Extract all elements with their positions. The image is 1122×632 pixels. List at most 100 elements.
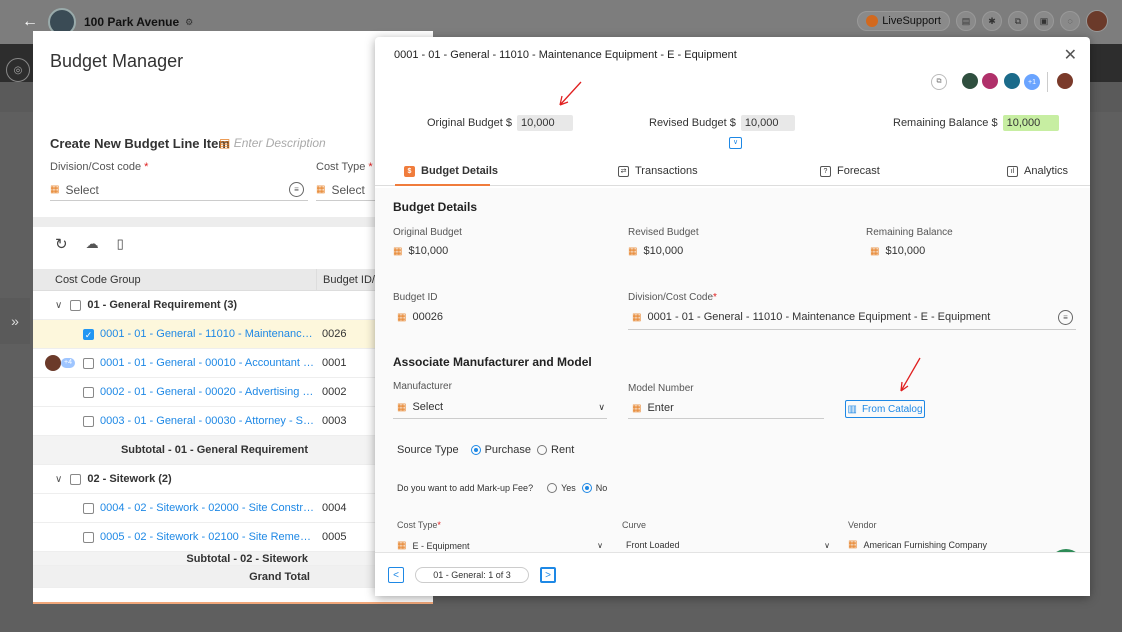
row-link[interactable]: 0003 - 01 - General - 00030 - Attorney -…: [100, 415, 316, 427]
table-row[interactable]: ✓ 0001 - 01 - General - 11010 - Maintenan…: [33, 320, 433, 349]
live-support-button[interactable]: LiveSupport: [857, 11, 950, 31]
member-avatar[interactable]: [960, 71, 980, 91]
grand-total-row: Grand Total: [33, 566, 433, 588]
from-catalog-button[interactable]: ▥ From Catalog: [845, 400, 925, 418]
description-input[interactable]: ▤ Enter Description: [219, 136, 326, 150]
owner-avatar[interactable]: [1055, 71, 1075, 91]
row-link[interactable]: 0004 - 02 - Sitework - 02000 - Site Cons…: [100, 502, 316, 514]
grid-icon: ▦: [870, 245, 880, 257]
grid-icon: ▦: [628, 245, 638, 257]
totals-separator: [33, 602, 433, 604]
modal-title: 0001 - 01 - General - 11010 - Maintenanc…: [394, 49, 737, 61]
budget-table: Cost Code Group Budget ID/ W ∨ 01 - Gener…: [33, 268, 433, 588]
row-link[interactable]: 0005 - 02 - Sitework - 02100 - Site Reme…: [100, 531, 316, 543]
from-catalog-label: From Catalog: [861, 403, 923, 415]
table-row[interactable]: 0003 - 01 - General - 00030 - Attorney -…: [33, 407, 433, 436]
document-icon[interactable]: ▣: [1034, 11, 1054, 31]
share-icon[interactable]: ✱: [982, 11, 1002, 31]
filter-icon[interactable]: ≡: [1058, 310, 1073, 325]
forecast-icon: ?: [820, 165, 831, 177]
table-row[interactable]: +4 0001 - 01 - General - 00010 - Account…: [33, 349, 433, 378]
assignee-count-badge: +4: [61, 358, 75, 368]
checkbox[interactable]: [83, 386, 94, 398]
curve-select[interactable]: Front Loaded ∨: [626, 540, 830, 550]
more-members-badge[interactable]: +1: [1024, 74, 1040, 90]
grid-icon: ▦: [397, 311, 407, 323]
catalog-icon[interactable]: ⧉: [1008, 11, 1028, 31]
division-code-label-text: Division/Cost Code: [628, 292, 714, 303]
manufacturer-select[interactable]: ▦ Select ∨: [397, 401, 605, 413]
back-arrow-icon[interactable]: ←: [22, 13, 48, 31]
field-underline: [393, 418, 607, 419]
tab-label: Transactions: [635, 165, 698, 177]
table-row[interactable]: 0004 - 02 - Sitework - 02000 - Site Cons…: [33, 494, 433, 523]
checkbox[interactable]: [83, 502, 94, 514]
vendor-select[interactable]: ▦ American Furnishing Company: [848, 539, 987, 550]
remaining-balance-summary: Remaining Balance $ 10,000: [893, 115, 1059, 131]
project-name[interactable]: 100 Park Avenue: [84, 15, 179, 29]
tab-transactions[interactable]: ⇄ Transactions: [618, 165, 698, 177]
radio-yes[interactable]: [547, 483, 558, 493]
prev-page-button[interactable]: <: [388, 567, 404, 583]
radio-purchase[interactable]: [470, 445, 481, 455]
gear-icon[interactable]: ⚙: [185, 17, 193, 28]
assignee-avatar[interactable]: [45, 355, 61, 371]
tab-budget-details[interactable]: $ Budget Details: [404, 165, 498, 177]
app-logo-icon[interactable]: ◎: [6, 58, 30, 82]
budget-icon: $: [404, 165, 415, 177]
revised-budget-field: ▦ $10,000: [628, 245, 683, 257]
checkbox-checked[interactable]: ✓: [83, 328, 94, 340]
tab-analytics[interactable]: ıl Analytics: [1007, 165, 1068, 177]
checkbox[interactable]: [70, 299, 82, 311]
vendor-label: Vendor: [848, 520, 877, 530]
active-tab-indicator: [395, 184, 490, 186]
cost-type-select[interactable]: ▦ Select: [316, 179, 376, 201]
filter-icon[interactable]: ≡: [289, 182, 304, 197]
table-row[interactable]: 0002 - 01 - General - 00020 - Advertisin…: [33, 378, 433, 407]
vendor-value: American Furnishing Company: [863, 539, 988, 550]
division-code-select[interactable]: ▦ 0001 - 01 - General - 11010 - Maintenan…: [632, 311, 990, 323]
revised-budget-field-value: $10,000: [643, 245, 684, 257]
table-row[interactable]: 0005 - 02 - Sitework - 02100 - Site Reme…: [33, 523, 433, 552]
support-icon: [866, 15, 879, 27]
member-avatar[interactable]: [980, 71, 1000, 91]
table-row-group[interactable]: ∨ 02 - Sitework (2): [33, 465, 433, 494]
close-icon[interactable]: ✕: [1064, 45, 1077, 65]
revised-budget-value: 10,000: [740, 115, 795, 131]
row-link[interactable]: 0001 - 01 - General - 11010 - Maintenanc…: [100, 328, 316, 340]
chevron-down-icon[interactable]: ∨: [55, 474, 62, 485]
pager-indicator[interactable]: 01 - General: 1 of 3: [415, 567, 529, 583]
checkbox[interactable]: [83, 357, 94, 369]
user-avatar[interactable]: [1086, 10, 1108, 32]
checkbox[interactable]: [83, 531, 94, 543]
notes-icon[interactable]: ▤: [956, 11, 976, 31]
checkbox[interactable]: [83, 415, 94, 427]
checkbox[interactable]: [70, 473, 82, 485]
col-cost-code-group[interactable]: Cost Code Group: [33, 274, 316, 286]
original-budget-label: Original Budget $: [427, 117, 512, 129]
expand-panel-icon[interactable]: »: [0, 298, 30, 344]
model-number-input[interactable]: ▦ Enter: [632, 402, 674, 414]
chevron-down-icon[interactable]: ∨: [729, 137, 742, 149]
grid-icon: ▦: [316, 184, 326, 195]
row-link[interactable]: 0001 - 01 - General - 00010 - Accountant…: [100, 357, 316, 369]
page-title: Budget Manager: [50, 51, 184, 71]
chat-icon[interactable]: ◌: [1060, 11, 1080, 31]
refresh-icon[interactable]: ↻: [55, 235, 68, 253]
grid-icon: ▦: [397, 401, 407, 413]
table-row-group[interactable]: ∨ 01 - General Requirement (3): [33, 291, 433, 320]
member-avatar[interactable]: [1002, 71, 1022, 91]
division-select[interactable]: ▦ Select ≡: [50, 179, 308, 201]
required-mark: *: [713, 292, 717, 303]
catalog-icon[interactable]: ⧉: [931, 74, 947, 90]
radio-rent[interactable]: [537, 445, 548, 455]
next-page-button[interactable]: >: [540, 567, 556, 583]
tab-forecast[interactable]: ? Forecast: [820, 165, 880, 177]
cloud-upload-icon[interactable]: ☁: [86, 236, 99, 252]
trash-icon[interactable]: ▯: [117, 236, 124, 252]
radio-no[interactable]: [581, 483, 592, 493]
row-link[interactable]: 0002 - 01 - General - 00020 - Advertisin…: [100, 386, 316, 398]
division-select-value: Select: [65, 182, 99, 197]
cost-type-field-select[interactable]: ▦ E - Equipment ∨: [397, 540, 603, 551]
chevron-down-icon[interactable]: ∨: [55, 300, 62, 311]
